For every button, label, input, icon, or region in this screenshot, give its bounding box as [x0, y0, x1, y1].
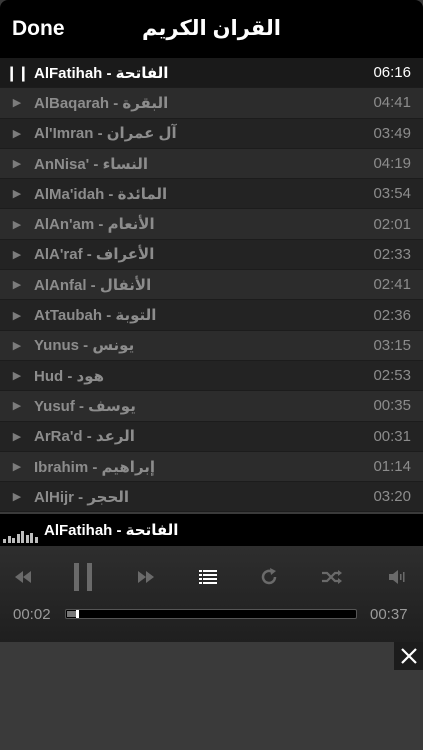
track-duration: 02:33 [373, 245, 411, 263]
fast-forward-icon [138, 571, 154, 583]
play-arrow-icon: ▶ [12, 279, 22, 292]
rewind-button[interactable] [5, 560, 41, 594]
equalizer-bar [3, 539, 6, 543]
play-arrow-icon: ▶ [12, 309, 22, 322]
track-name: ArRa'd - الرعد [34, 428, 135, 446]
equalizer-bar [7, 536, 11, 543]
equalizer-bar [25, 535, 29, 543]
pause-button[interactable] [65, 560, 101, 594]
track-name: AlFatihah - الفاتحة [34, 64, 169, 82]
page-title: القران الكريم [142, 17, 281, 40]
track-name: Al'Imran - آل عمران [34, 125, 177, 143]
track-duration: 00:35 [373, 397, 411, 415]
fast-forward-button[interactable] [128, 560, 164, 594]
track-list: ❙❙ AlFatihah - الفاتحة 06:16 ▶ AlBaqarah - ا… [0, 58, 423, 513]
close-button[interactable] [394, 642, 423, 670]
play-arrow-icon: ▶ [12, 400, 22, 413]
play-arrow-icon: ▶ [12, 97, 22, 110]
track-name: Hud - هود [34, 367, 105, 385]
remaining-time: 00:37 [370, 606, 408, 623]
track-row[interactable]: ▶ AnNisa' - النساء 04:19 [0, 148, 423, 180]
play-arrow-icon: ▶ [12, 370, 22, 383]
play-arrow-icon: ▶ [12, 248, 22, 261]
track-name: Ibrahim - إبراهيم [34, 458, 156, 476]
track-row[interactable]: ▶ AlBaqarah - البقرة 04:41 [0, 88, 423, 119]
track-name: AlBaqarah - البقرة [34, 94, 169, 112]
playlist-icon [199, 570, 217, 584]
track-name: AlMa'idah - المائدة [34, 185, 168, 203]
track-row[interactable]: ▶ Ibrahim - إبراهيم 01:14 [0, 451, 423, 483]
equalizer-bar [21, 531, 24, 543]
track-name: AnNisa' - النساء [34, 155, 149, 173]
track-row[interactable]: ❙❙ AlFatihah - الفاتحة 06:16 [0, 58, 423, 89]
track-row[interactable]: ▶ AlMa'idah - المائدة 03:54 [0, 179, 423, 210]
track-row[interactable]: ▶ AlAn'am - الأنعام 02:01 [0, 209, 423, 240]
track-row[interactable]: ▶ AtTaubah - التوبة 02:36 [0, 300, 423, 331]
track-name: AlAn'am - الأنعام [34, 216, 155, 234]
track-duration: 03:15 [373, 336, 411, 354]
play-arrow-icon: ▶ [12, 218, 22, 231]
repeat-button[interactable] [251, 560, 287, 594]
header-bar: Done القران الكريم [0, 0, 423, 58]
track-duration: 04:41 [373, 94, 411, 112]
close-icon [400, 648, 417, 664]
repeat-icon [261, 568, 277, 585]
track-duration: 03:49 [373, 124, 411, 142]
track-duration: 02:41 [373, 276, 411, 294]
elapsed-time: 00:02 [13, 606, 51, 623]
track-row[interactable]: ▶ ArRa'd - الرعد 00:31 [0, 421, 423, 452]
equalizer-bar [30, 533, 33, 543]
progress-fill [67, 611, 76, 617]
track-name: AlHijr - الحجر [34, 488, 130, 506]
track-name: AlAnfal - الأنفال [34, 276, 152, 294]
track-row[interactable]: ▶ Al'Imran - آل عمران 03:49 [0, 118, 423, 149]
equalizer-bar [34, 537, 38, 543]
volume-button[interactable] [380, 560, 416, 594]
track-row[interactable]: ▶ AlHijr - الحجر 03:20 [0, 482, 423, 513]
pause-icon [74, 563, 92, 591]
play-arrow-icon: ▶ [12, 339, 22, 352]
equalizer-bar [16, 534, 20, 543]
track-name: Yunus - يونس [34, 337, 135, 355]
playlist-button[interactable] [190, 560, 226, 594]
shuffle-icon [322, 570, 342, 584]
track-name: AtTaubah - التوبة [34, 307, 157, 325]
play-arrow-icon: ▶ [12, 158, 22, 171]
playing-indicator-icon: ❙❙ [5, 64, 29, 82]
play-arrow-icon: ▶ [12, 491, 22, 504]
track-duration: 04:19 [373, 155, 411, 173]
track-row[interactable]: ▶ AlA'raf - الأعراف 02:33 [0, 239, 423, 271]
shuffle-button[interactable] [314, 560, 350, 594]
track-duration: 03:54 [373, 185, 411, 203]
track-duration: 06:16 [373, 64, 411, 82]
progress-knob[interactable] [75, 610, 79, 618]
track-row[interactable]: ▶ Yunus - يونس 03:15 [0, 330, 423, 361]
play-arrow-icon: ▶ [12, 188, 22, 201]
player-controls: 00:02 00:37 [0, 546, 423, 642]
play-arrow-icon: ▶ [12, 430, 22, 443]
track-row[interactable]: ▶ AlAnfal - الأنفال 02:41 [0, 270, 423, 301]
progress-slider[interactable] [65, 609, 357, 619]
track-duration: 01:14 [373, 458, 411, 475]
track-duration: 02:53 [373, 367, 411, 385]
equalizer-icon [0, 514, 40, 546]
track-duration: 02:36 [373, 306, 411, 324]
now-playing-bar: AlFatihah - الفاتحة [0, 514, 423, 546]
rewind-icon [15, 571, 31, 583]
track-duration: 02:01 [373, 215, 411, 233]
track-row[interactable]: ▶ Hud - هود 02:53 [0, 360, 423, 392]
equalizer-bar [12, 538, 15, 543]
play-arrow-icon: ▶ [12, 127, 22, 140]
track-name: AlA'raf - الأعراف [34, 246, 155, 264]
play-arrow-icon: ▶ [12, 461, 22, 473]
now-playing-title: AlFatihah - الفاتحة [44, 522, 179, 539]
track-duration: 00:31 [373, 427, 411, 445]
track-row[interactable]: ▶ Yusuf - يوسف 00:35 [0, 391, 423, 422]
track-duration: 03:20 [373, 488, 411, 506]
volume-icon [389, 570, 405, 584]
track-name: Yusuf - يوسف [34, 397, 136, 415]
